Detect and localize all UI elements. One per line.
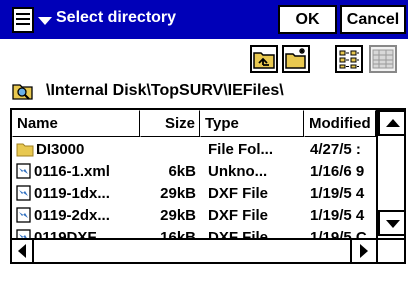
file-modified: 1/16/6 9 (310, 162, 365, 180)
scroll-down-button[interactable] (378, 210, 404, 236)
folder-search-icon (12, 84, 33, 100)
list-item[interactable]: DI3000 File Fol... 4/27/5 : (12, 138, 376, 160)
file-name: 0116-1.xml (34, 162, 110, 180)
list-view-icon (339, 50, 359, 69)
file-size: 6kB (168, 162, 196, 180)
column-header-modified[interactable]: Modified (304, 110, 376, 137)
details-view-button[interactable] (369, 45, 397, 73)
path-bar: \Internal Disk\TopSURV\IEFiles\ (12, 79, 284, 103)
file-modified: 4/27/5 : (310, 140, 361, 158)
file-type: DXF File (208, 206, 269, 224)
file-name: DI3000 (36, 140, 85, 158)
column-header-size[interactable]: Size (140, 110, 200, 137)
file-icon (16, 163, 31, 179)
folder-icon (16, 143, 34, 157)
start-menu-button[interactable] (2, 3, 54, 36)
column-header-name[interactable]: Name (12, 110, 140, 137)
list-item[interactable]: 0119-1dx... 29kB DXF File 1/19/5 4 (12, 182, 376, 204)
list-item[interactable]: 0116-1.xml 6kB Unkno... 1/16/6 9 (12, 160, 376, 182)
column-header-type[interactable]: Type (200, 110, 304, 137)
list-header: Name Size Type Modified (12, 110, 376, 137)
up-folder-button[interactable] (250, 45, 278, 73)
current-path: \Internal Disk\TopSURV\IEFiles\ (46, 82, 284, 99)
ok-button[interactable]: OK (278, 5, 337, 34)
file-name: 0119-1dx... (34, 184, 110, 202)
file-icon (16, 207, 31, 223)
list-view-button[interactable] (335, 45, 363, 73)
caret-down-icon (38, 16, 52, 25)
file-size: 29kB (160, 184, 196, 202)
scrollbar-corner (376, 238, 404, 262)
file-modified: 1/19/5 4 (310, 206, 365, 224)
file-name: 0119-2dx... (34, 206, 110, 224)
scroll-left-button[interactable] (12, 240, 34, 262)
file-type: DXF File (208, 184, 269, 202)
horizontal-scrollbar[interactable] (12, 238, 376, 262)
up-folder-icon (253, 52, 275, 69)
document-icon (12, 6, 34, 33)
file-icon (16, 185, 31, 201)
file-size: 29kB (160, 206, 196, 224)
list-item[interactable]: 0119-2dx... 29kB DXF File 1/19/5 4 (12, 204, 376, 226)
file-modified: 1/19/5 4 (310, 184, 365, 202)
scroll-thumb[interactable] (34, 240, 352, 262)
new-folder-button[interactable] (282, 45, 310, 73)
scroll-up-button[interactable] (378, 110, 404, 136)
file-type: Unkno... (208, 162, 268, 180)
title-bar: Select directory OK Cancel (0, 0, 408, 39)
cancel-button[interactable]: Cancel (340, 5, 406, 34)
scroll-right-button[interactable] (352, 240, 376, 262)
details-view-icon (372, 49, 394, 69)
vertical-scrollbar[interactable] (376, 110, 404, 238)
new-folder-icon (285, 48, 306, 69)
file-type: File Fol... (208, 140, 274, 158)
dialog-title: Select directory (56, 9, 177, 26)
file-list[interactable]: Name Size Type Modified DI3000 File Fol.… (10, 108, 406, 264)
